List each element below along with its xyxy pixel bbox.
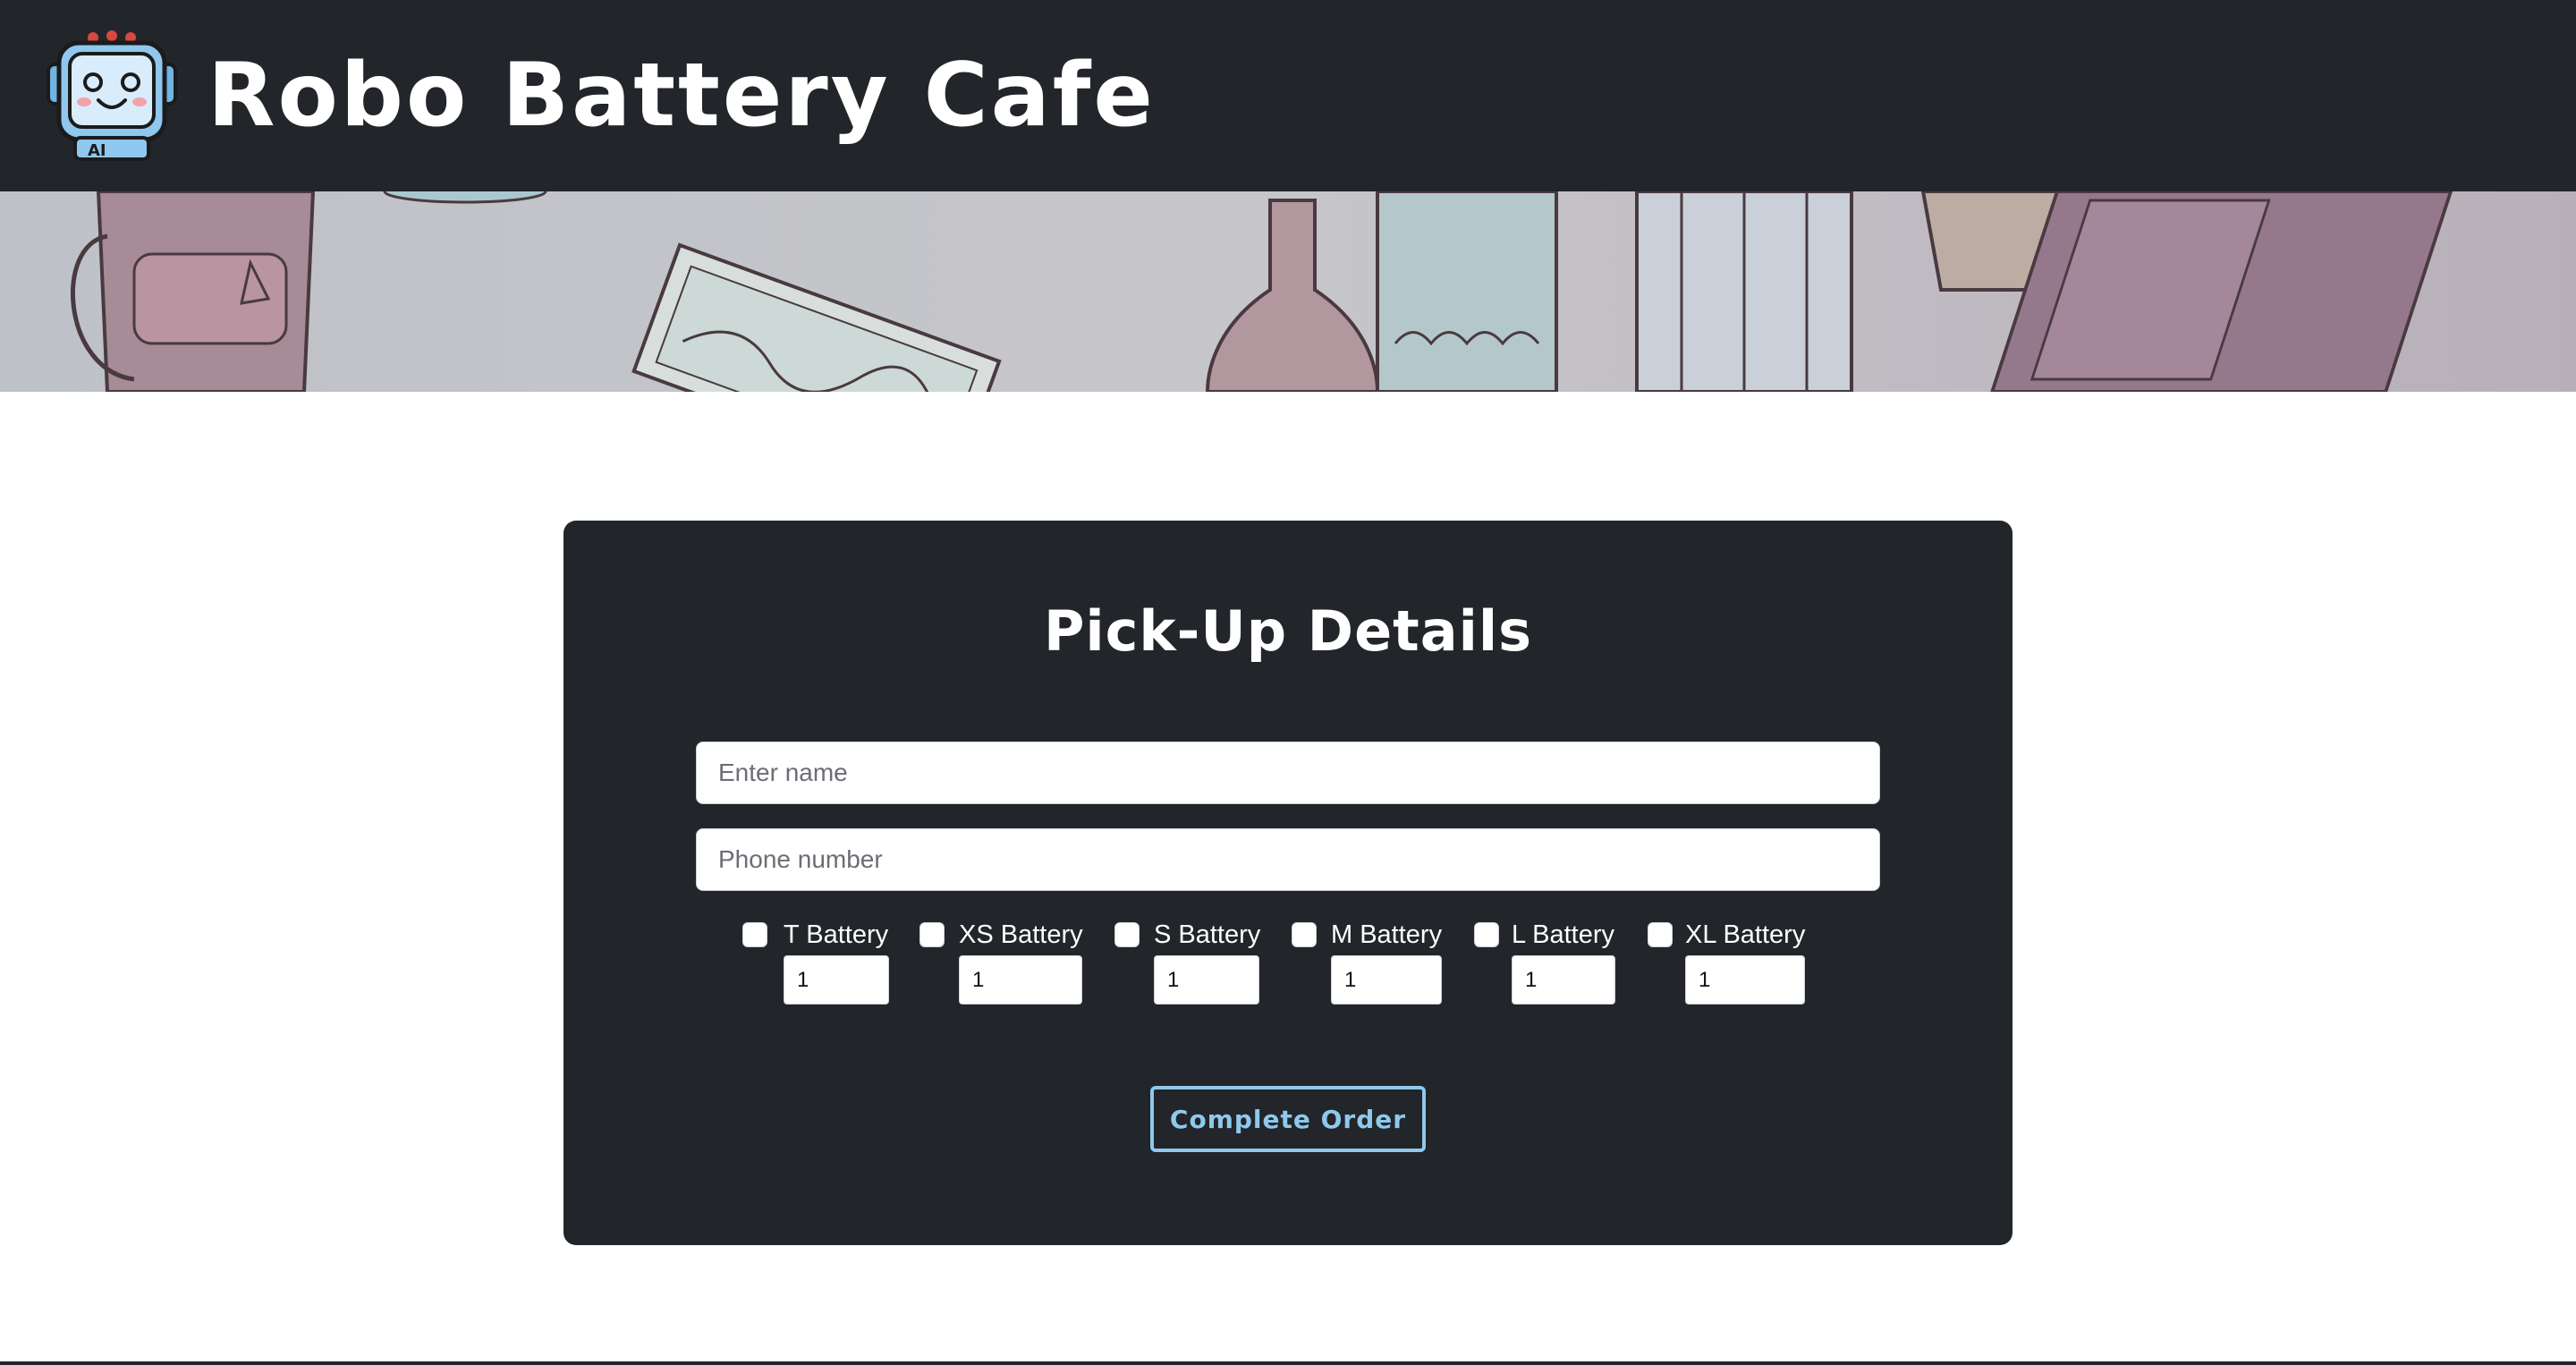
robot-logo-icon[interactable]: AI [47, 30, 177, 161]
svg-text:AI: AI [88, 141, 106, 160]
battery-quantity-s[interactable] [1154, 955, 1259, 1005]
battery-quantity-t[interactable] [784, 955, 889, 1005]
battery-checkbox-m[interactable] [1292, 922, 1317, 947]
hero-banner-image [0, 191, 2576, 392]
battery-checkbox-l[interactable] [1474, 922, 1499, 947]
battery-options-row: T Battery XS Battery S Battery M Battery… [0, 916, 2576, 1005]
battery-label-xl: XL Battery [1685, 920, 1806, 949]
pickup-details-title: Pick-Up Details [1043, 598, 1533, 664]
battery-checkbox-t[interactable] [742, 922, 767, 947]
page-bottom-edge [0, 1361, 2576, 1365]
battery-checkbox-xs[interactable] [919, 922, 945, 947]
battery-quantity-l[interactable] [1512, 955, 1615, 1005]
battery-checkbox-xl[interactable] [1648, 922, 1673, 947]
battery-label-t: T Battery [784, 920, 889, 949]
complete-order-button[interactable]: Complete Order [1150, 1086, 1426, 1152]
battery-quantity-xl[interactable] [1685, 955, 1805, 1005]
battery-quantity-m[interactable] [1331, 955, 1442, 1005]
battery-checkbox-s[interactable] [1114, 922, 1140, 947]
site-header: AI Robo Battery Cafe [0, 0, 2576, 191]
name-input[interactable] [696, 742, 1880, 804]
site-title: Robo Battery Cafe [208, 45, 1156, 147]
phone-input[interactable] [696, 828, 1880, 891]
battery-label-m: M Battery [1331, 920, 1443, 949]
battery-label-xs: XS Battery [959, 920, 1083, 949]
battery-quantity-xs[interactable] [959, 955, 1082, 1005]
battery-label-l: L Battery [1512, 920, 1614, 949]
battery-label-s: S Battery [1154, 920, 1261, 949]
